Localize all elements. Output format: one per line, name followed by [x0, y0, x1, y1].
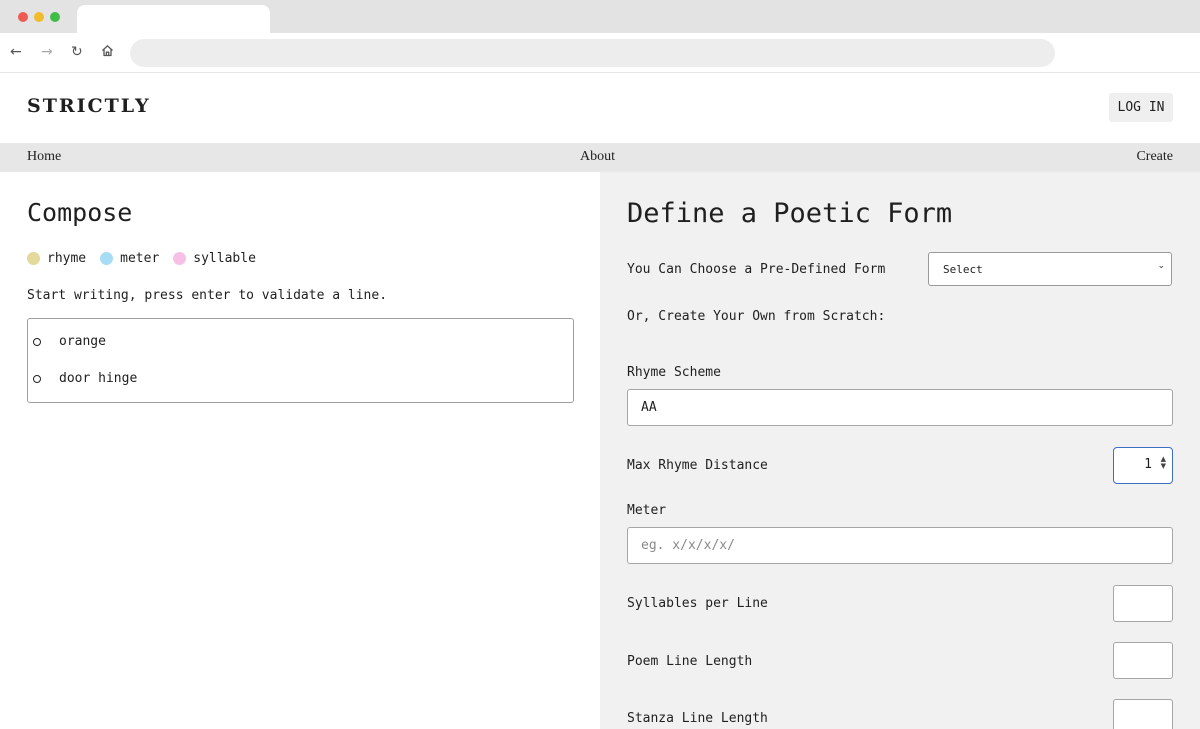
- poem-line[interactable]: orange: [33, 334, 106, 349]
- legend-item-syllable: syllable: [173, 251, 256, 266]
- minimize-window-icon[interactable]: [34, 12, 44, 22]
- syllables-per-line-label: Syllables per Line: [627, 596, 768, 611]
- predefined-form-select[interactable]: Select ⌄: [928, 252, 1172, 286]
- home-icon[interactable]: [101, 42, 114, 62]
- login-button[interactable]: LOG IN: [1109, 93, 1173, 122]
- legend-label-syllable: syllable: [193, 251, 256, 266]
- select-value: Select: [943, 263, 983, 276]
- syllables-per-line-input[interactable]: [1113, 585, 1173, 622]
- rhyme-scheme-value: AA: [641, 400, 657, 415]
- close-window-icon[interactable]: [18, 12, 28, 22]
- rhyme-scheme-input[interactable]: AA: [627, 389, 1173, 426]
- rhyme-swatch: [27, 252, 40, 265]
- compose-instructions: Start writing, press enter to validate a…: [27, 288, 388, 303]
- chevron-down-icon: ⌄: [1157, 261, 1165, 271]
- meter-placeholder: eg. x/x/x/x/: [641, 538, 735, 553]
- address-bar[interactable]: [130, 39, 1055, 67]
- poem-line-text: orange: [59, 334, 106, 349]
- nav-link-about[interactable]: About: [580, 149, 615, 165]
- meter-input[interactable]: eg. x/x/x/x/: [627, 527, 1173, 564]
- poem-line-text: door hinge: [59, 371, 138, 386]
- stanza-line-length-input[interactable]: [1113, 699, 1173, 729]
- define-form-panel: Define a Poetic Form You Can Choose a Pr…: [600, 172, 1200, 729]
- spinner-arrows-icon[interactable]: ▲ ▼: [1161, 456, 1166, 470]
- poem-line-length-label: Poem Line Length: [627, 654, 753, 669]
- max-rhyme-distance-value: 1: [1144, 457, 1152, 472]
- scratch-label: Or, Create Your Own from Scratch:: [627, 309, 886, 324]
- poem-editor[interactable]: orange door hinge: [27, 318, 574, 403]
- syllable-swatch: [173, 252, 187, 265]
- compose-title: Compose: [27, 198, 133, 227]
- back-arrow-icon[interactable]: ←: [10, 42, 22, 62]
- max-rhyme-distance-input[interactable]: 1 ▲ ▼: [1113, 447, 1173, 484]
- browser-tab[interactable]: [77, 5, 270, 33]
- main-nav: Home About Create: [0, 143, 1200, 172]
- nav-link-create[interactable]: Create: [1136, 149, 1173, 165]
- legend-label-rhyme: rhyme: [47, 251, 87, 266]
- meter-swatch: [100, 252, 114, 265]
- site-logo[interactable]: STRICTLY: [27, 95, 151, 117]
- stanza-line-length-label: Stanza Line Length: [627, 711, 768, 726]
- max-rhyme-distance-label: Max Rhyme Distance: [627, 458, 768, 473]
- maximize-window-icon[interactable]: [50, 12, 60, 22]
- poem-line-length-input[interactable]: [1113, 642, 1173, 679]
- nav-link-home[interactable]: Home: [27, 149, 61, 165]
- legend-item-meter: meter: [100, 251, 159, 266]
- predefined-form-label: You Can Choose a Pre-Defined Form: [627, 262, 886, 277]
- meter-label: Meter: [627, 503, 667, 518]
- forward-arrow-icon[interactable]: →: [41, 42, 53, 62]
- browser-tab-strip: [0, 0, 1200, 33]
- validation-legend: rhyme meter syllable: [27, 251, 270, 266]
- reload-icon[interactable]: ↻: [71, 42, 83, 62]
- browser-toolbar: ← → ↻: [0, 33, 1200, 73]
- legend-label-meter: meter: [120, 251, 160, 266]
- poem-line[interactable]: door hinge: [33, 371, 137, 386]
- legend-item-rhyme: rhyme: [27, 251, 86, 266]
- line-bullet-icon: [33, 374, 41, 383]
- rhyme-scheme-label: Rhyme Scheme: [627, 365, 721, 380]
- define-title: Define a Poetic Form: [627, 198, 953, 229]
- line-bullet-icon: [33, 337, 41, 346]
